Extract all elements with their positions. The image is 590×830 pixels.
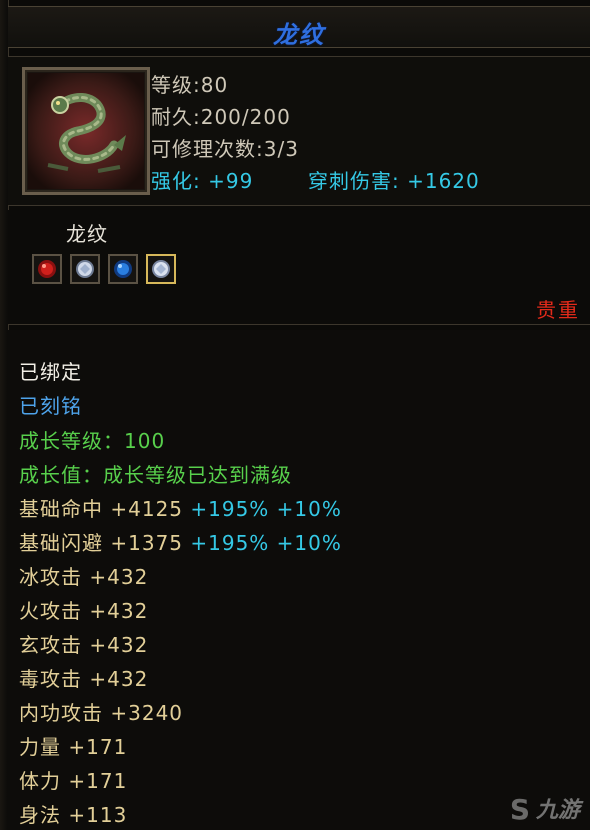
- item-info-panel: 等级:80 耐久:200/200 可修理次数:3/3 强化: +99 穿刺伤害:…: [8, 56, 590, 206]
- white-crystal-icon: [76, 260, 94, 278]
- dodge-stat: 基础闪避 +1375 +195% +10%: [19, 527, 342, 556]
- gem-slot-4[interactable]: [146, 254, 176, 284]
- dodge-pct-2: +10%: [276, 531, 342, 555]
- fire-attack: 火攻击 +432: [19, 599, 149, 623]
- item-durability: 耐久:200/200: [151, 105, 291, 129]
- watermark-logo-icon: S: [509, 793, 530, 826]
- item-icon-frame: [22, 67, 150, 195]
- hit-label: 基础命中 +4125: [19, 497, 184, 521]
- red-orb-icon: [38, 260, 56, 278]
- item-tooltip: 龙纹 等级:80 耐久:200/200 可修理次数:3/3 强化: +99 穿刺…: [0, 0, 590, 830]
- dodge-pct-1: +195%: [190, 531, 270, 555]
- dragon-icon: [28, 73, 144, 189]
- dodge-label: 基础闪避 +1375: [19, 531, 184, 555]
- bound-status: 已绑定: [19, 360, 82, 384]
- item-level: 等级:80: [151, 73, 229, 97]
- hit-pct-2: +10%: [276, 497, 342, 521]
- blue-orb-icon: [114, 260, 132, 278]
- gem-slot-2[interactable]: [70, 254, 100, 284]
- watermark-text: 九游: [535, 798, 580, 823]
- title-bar: 龙纹: [8, 6, 590, 49]
- growth-value: 成长值：成长等级已达到满级: [19, 463, 292, 487]
- strength-stat: 力量 +171: [19, 735, 128, 759]
- rarity-label: 贵重: [536, 298, 580, 322]
- mystic-attack: 玄攻击 +432: [19, 633, 149, 657]
- inner-attack: 内功攻击 +3240: [19, 701, 184, 725]
- engraved-status: 已刻铭: [19, 394, 82, 418]
- item-title: 龙纹: [273, 20, 325, 49]
- white-crystal-icon: [152, 260, 170, 278]
- stamina-stat: 体力 +171: [19, 769, 128, 793]
- ice-attack: 冰攻击 +432: [19, 565, 149, 589]
- gem-slot-1[interactable]: [32, 254, 62, 284]
- hit-stat: 基础命中 +4125 +195% +10%: [19, 493, 342, 522]
- hit-pct-1: +195%: [190, 497, 270, 521]
- gem-slot-3[interactable]: [108, 254, 138, 284]
- item-repair-count: 可修理次数:3/3: [151, 137, 299, 161]
- item-enhance: 强化: +99: [151, 169, 254, 193]
- agility-stat: 身法 +113: [19, 803, 128, 827]
- attribute-panel: 已绑定 已刻铭 成长等级：100 成长值：成长等级已达到满级 基础命中 +412…: [8, 330, 590, 830]
- item-pierce-damage: 穿刺伤害: +1620: [308, 169, 480, 193]
- socket-panel: 龙纹 贵重: [8, 210, 590, 325]
- growth-level: 成长等级：100: [19, 429, 166, 453]
- poison-attack: 毒攻击 +432: [19, 667, 149, 691]
- set-name: 龙纹: [66, 222, 108, 246]
